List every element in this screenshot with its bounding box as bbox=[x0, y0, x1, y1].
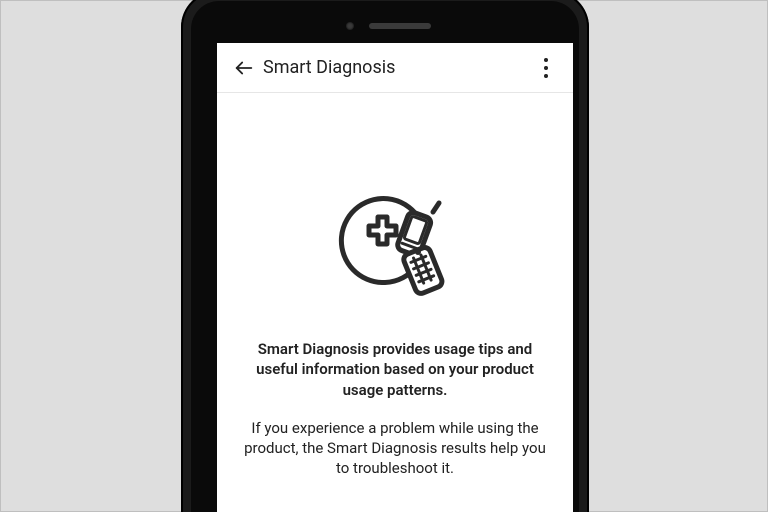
lead-text: Smart Diagnosis provides usage tips and … bbox=[217, 339, 573, 400]
smart-diagnosis-hero-icon bbox=[320, 175, 470, 305]
device-frame: Smart Diagnosis bbox=[181, 0, 589, 512]
main-content: Smart Diagnosis provides usage tips and … bbox=[217, 93, 573, 479]
page-background: Smart Diagnosis bbox=[0, 0, 768, 512]
app-bar: Smart Diagnosis bbox=[217, 43, 573, 93]
back-button[interactable] bbox=[227, 51, 261, 85]
camera-dot bbox=[346, 22, 354, 30]
speaker-slot bbox=[369, 23, 431, 29]
device-bezel: Smart Diagnosis bbox=[191, 1, 579, 512]
page-title: Smart Diagnosis bbox=[263, 57, 529, 78]
sub-text: If you experience a problem while using … bbox=[217, 418, 573, 479]
more-vertical-icon bbox=[544, 56, 548, 80]
arrow-left-icon bbox=[233, 57, 255, 79]
app-screen: Smart Diagnosis bbox=[217, 43, 573, 512]
overflow-menu-button[interactable] bbox=[529, 51, 563, 85]
